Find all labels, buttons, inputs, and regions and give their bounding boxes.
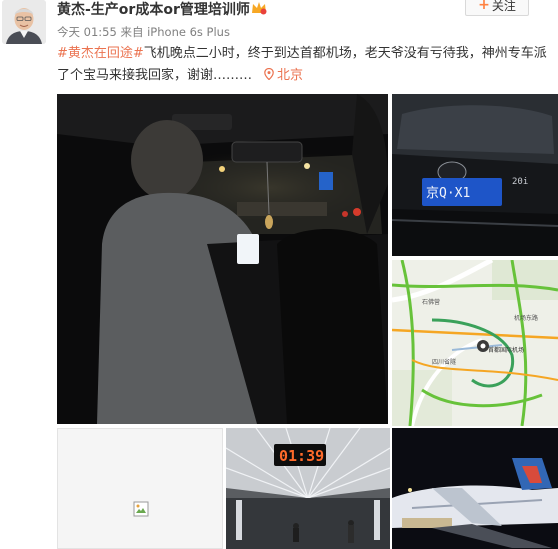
map-label-2: 石佛营: [422, 298, 440, 306]
map-label-airport: 首都国际机场: [488, 346, 524, 354]
photo-placeholder-broken[interactable]: [57, 428, 223, 549]
broken-image-icon: [133, 501, 149, 517]
map-label-1: 四川省隧: [432, 358, 456, 366]
follow-button[interactable]: + 关注: [465, 0, 529, 16]
user-avatar[interactable]: [2, 0, 46, 44]
map-label-3: 机场东路: [514, 314, 538, 322]
post-device[interactable]: iPhone 6s Plus: [147, 25, 230, 39]
post-time[interactable]: 今天 01:55: [57, 25, 117, 39]
car-plate-number: 京Q·X1: [426, 186, 470, 201]
plus-icon: +: [478, 0, 490, 13]
photo-airport-hall[interactable]: 01:39: [226, 428, 390, 549]
source-prefix: 来自: [120, 25, 144, 39]
username[interactable]: 黄杰-生产or成本or管理培训师: [57, 0, 250, 19]
vip-crown-icon[interactable]: [251, 1, 267, 15]
location-label: 北京: [277, 68, 304, 83]
location-pin-icon: [264, 68, 274, 80]
arrival-clock: 01:39: [279, 447, 324, 465]
car-model-badge: 20i: [512, 177, 528, 187]
post-meta: 今天 01:55 来自 iPhone 6s Plus: [57, 24, 230, 40]
hashtag-link[interactable]: #黄杰在回途#: [57, 46, 144, 61]
photo-car-interior[interactable]: [57, 94, 388, 424]
location-link[interactable]: 北京: [252, 68, 303, 83]
photo-plane-night[interactable]: [392, 428, 558, 549]
post-content: #黄杰在回途#飞机晚点二小时，终于到达首都机场，老天爷没有亏待我，神州专车派了个…: [57, 43, 555, 87]
follow-label: 关注: [491, 0, 516, 13]
photo-car-plate[interactable]: 京Q·X1 20i: [392, 94, 558, 256]
photo-route-map[interactable]: 首都国际机场 四川省隧 石佛营 机场东路: [392, 260, 558, 426]
